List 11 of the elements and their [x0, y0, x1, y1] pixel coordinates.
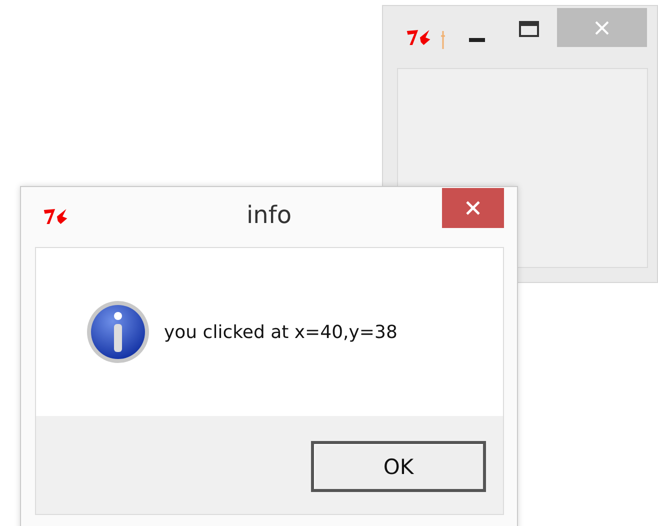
info-icon [86, 300, 150, 364]
close-icon [466, 201, 480, 215]
pin-icon [441, 31, 445, 49]
feather-logo-icon [42, 207, 70, 226]
window-title: info [246, 201, 292, 229]
close-button[interactable] [442, 188, 504, 228]
close-icon [595, 20, 609, 34]
ok-button[interactable]: OK [311, 441, 486, 492]
feather-logo-icon [405, 28, 433, 47]
message-text: you clicked at x=40,y=38 [164, 322, 398, 342]
maximize-icon[interactable] [519, 21, 539, 37]
